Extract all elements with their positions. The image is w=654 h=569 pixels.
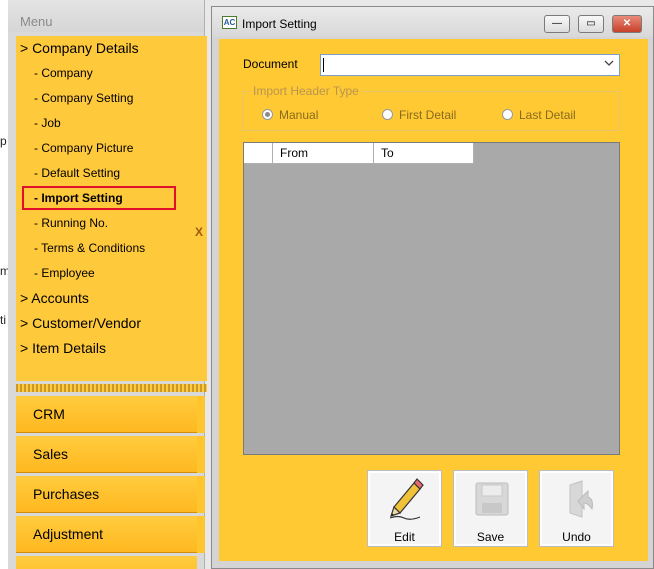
document-label: Document <box>243 57 298 71</box>
module-edge <box>197 436 205 473</box>
module-edge <box>197 476 205 513</box>
radio-label: First Detail <box>399 108 457 122</box>
document-select[interactable] <box>320 54 620 76</box>
window-content: Document Import Header Type Manual First… <box>219 39 648 561</box>
menu-item-default-setting[interactable]: - Default Setting <box>20 162 120 184</box>
module-edge <box>197 516 205 553</box>
navigation-menu: Menu > Company Details - Company - Compa… <box>8 0 207 569</box>
background-window-edge: p m ti <box>0 0 10 569</box>
radio-first-detail[interactable]: First Detail <box>382 108 456 122</box>
menu-item-company-details[interactable]: > Company Details <box>20 37 139 59</box>
floppy-disk-icon <box>475 482 509 516</box>
menu-item-running-no[interactable]: - Running No. <box>20 212 108 234</box>
close-tab-icon[interactable]: X <box>195 225 203 239</box>
menu-item-job[interactable]: - Job <box>20 112 61 134</box>
chevron-down-icon[interactable] <box>604 58 614 71</box>
radio-label: Last Detail <box>519 108 576 122</box>
undo-arrow-icon <box>569 480 593 518</box>
text-caret <box>323 58 324 72</box>
group-legend: Import Header Type <box>251 84 361 98</box>
import-setting-window: AC Import Setting — ▭ ✕ Document Import … <box>211 6 654 569</box>
edit-label: Edit <box>394 530 415 544</box>
radio-label: Manual <box>279 108 319 122</box>
minimize-button[interactable]: — <box>544 15 570 33</box>
maximize-button[interactable]: ▭ <box>578 15 604 33</box>
save-button[interactable]: Save <box>453 470 528 547</box>
menu-item-company-picture[interactable]: - Company Picture <box>20 137 133 159</box>
grid-header: From To <box>244 143 474 164</box>
undo-label: Undo <box>562 530 591 544</box>
edit-button[interactable]: Edit <box>367 470 442 547</box>
menu-item-company[interactable]: - Company <box>20 62 93 84</box>
menu-header: Menu <box>8 0 204 32</box>
module-edge <box>197 396 205 433</box>
grid-header-selector[interactable] <box>244 143 273 164</box>
grid-header-from[interactable]: From <box>273 143 374 164</box>
radio-dot-icon <box>262 109 273 120</box>
clipped-text: p <box>0 134 7 148</box>
menu-tree: > Company Details - Company - Company Se… <box>16 36 207 381</box>
grid-header-to[interactable]: To <box>374 143 474 164</box>
menu-item-terms-conditions[interactable]: - Terms & Conditions <box>20 237 145 259</box>
splitter-handle[interactable] <box>16 384 207 392</box>
mapping-grid[interactable]: From To <box>243 142 620 455</box>
menu-item-accounts[interactable]: > Accounts <box>20 287 89 309</box>
radio-dot-icon <box>382 109 393 120</box>
clipped-text: ti <box>0 313 6 327</box>
radio-dot-icon <box>502 109 513 120</box>
import-header-type-group: Import Header Type Manual First Detail L… <box>242 84 620 131</box>
module-crm[interactable]: CRM <box>16 396 197 433</box>
radio-last-detail[interactable]: Last Detail <box>502 108 576 122</box>
menu-item-customer-vendor[interactable]: > Customer/Vendor <box>20 312 141 334</box>
menu-item-company-setting[interactable]: - Company Setting <box>20 87 133 109</box>
app-icon: AC <box>222 16 237 29</box>
module-adjustment[interactable]: Adjustment <box>16 516 197 553</box>
pencil-icon <box>389 478 424 520</box>
save-label: Save <box>476 530 505 544</box>
menu-item-import-setting[interactable]: - Import Setting <box>22 186 176 210</box>
module-more[interactable] <box>16 556 197 569</box>
module-sales[interactable]: Sales <box>16 436 197 473</box>
undo-button[interactable]: Undo <box>539 470 614 547</box>
window-title: Import Setting <box>242 17 317 31</box>
menu-item-employee[interactable]: - Employee <box>20 262 95 284</box>
module-purchases[interactable]: Purchases <box>16 476 197 513</box>
radio-manual[interactable]: Manual <box>262 108 318 122</box>
window-titlebar[interactable]: AC Import Setting — ▭ ✕ <box>212 7 653 37</box>
menu-item-item-details[interactable]: > Item Details <box>20 337 106 359</box>
close-button[interactable]: ✕ <box>612 15 642 33</box>
